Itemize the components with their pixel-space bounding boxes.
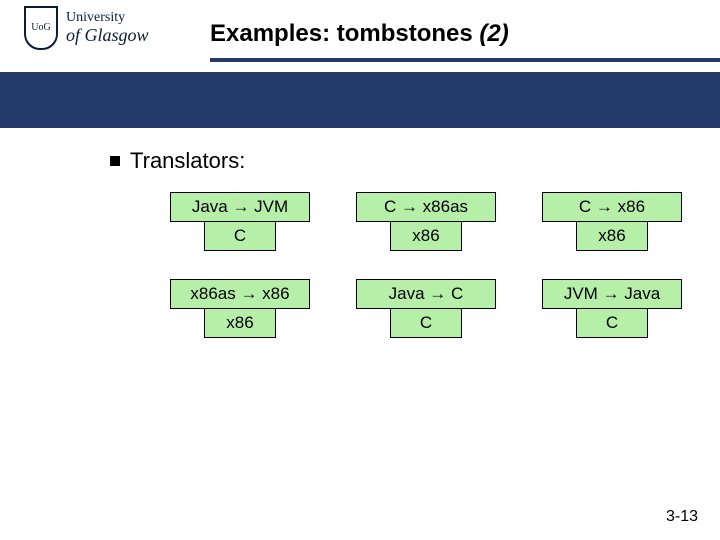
tombstone-stem: C [204,222,276,251]
tombstone-stem: C [576,309,648,338]
tombstone-stem: x86 [576,222,648,251]
logo-text: University of Glasgow [66,11,149,45]
slide-title: Examples: tombstones (2) [210,20,509,48]
page-number: 3-13 [666,508,698,526]
tombstone-top: C → x86as [356,192,496,222]
slide-content: Translators: Java → JVM C C → x86as x86 … [0,128,720,338]
tombstone-stem: x86 [204,309,276,338]
tombstone: x86as → x86 x86 [170,279,310,338]
bullet-row: Translators: [110,148,720,174]
tombstone: C → x86as x86 [356,192,496,251]
tombstone: JVM → Java C [542,279,682,338]
tombstone-row-2: x86as → x86 x86 Java → C C JVM → Java C [170,279,720,338]
tombstone: Java → C C [356,279,496,338]
tombstone-top: JVM → Java [542,279,682,309]
tombstone: Java → JVM C [170,192,310,251]
logo-line1: University [66,11,149,26]
university-logo: UoG University of Glasgow [24,6,149,50]
tombstone-stem: C [390,309,462,338]
tombstone-top: Java → C [356,279,496,309]
tombstone-top: C → x86 [542,192,682,222]
tombstone-row-1: Java → JVM C C → x86as x86 C → x86 x86 [170,192,720,251]
tombstone-top: x86as → x86 [170,279,310,309]
tombstone: C → x86 x86 [542,192,682,251]
shield-icon: UoG [24,6,58,50]
tombstone-stem: x86 [390,222,462,251]
logo-line2: of Glasgow [66,26,149,45]
tombstone-grid: Java → JVM C C → x86as x86 C → x86 x86 x… [170,192,720,338]
title-underline [210,58,720,62]
slide-header: UoG University of Glasgow Examples: tomb… [0,0,720,72]
header-band [0,72,720,128]
logo-line2-text: of Glasgow [66,25,149,45]
square-bullet-icon [110,156,120,166]
tombstone-top: Java → JVM [170,192,310,222]
title-main: Examples: tombstones [210,20,479,47]
bullet-text: Translators: [130,148,245,174]
title-ital: (2) [479,20,508,47]
